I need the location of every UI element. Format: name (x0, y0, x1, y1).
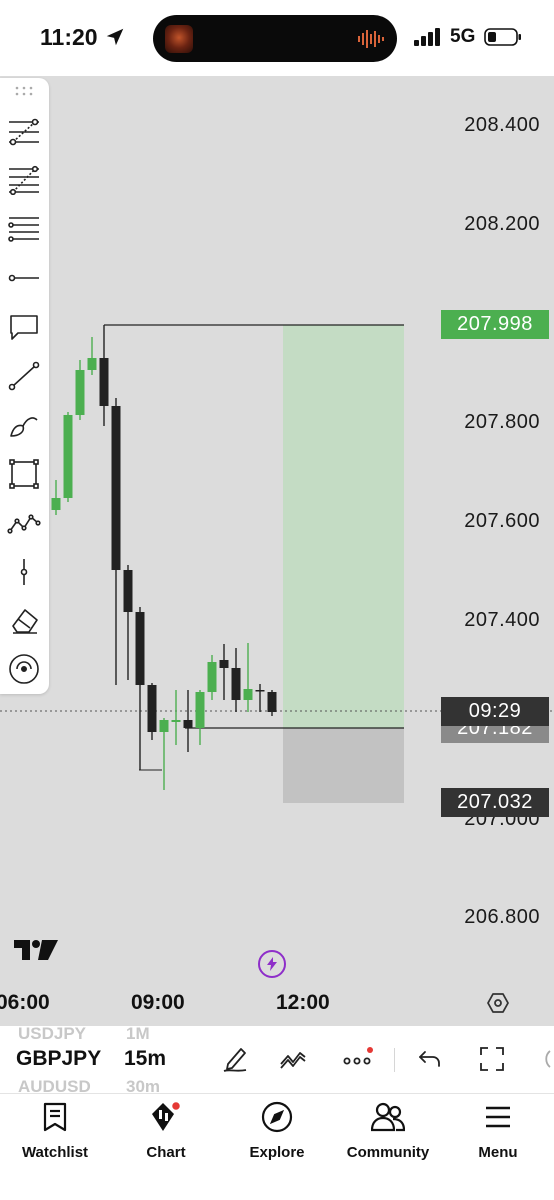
tab-chart[interactable]: Chart (111, 1100, 221, 1170)
candle-body (219, 660, 229, 668)
profit-zone[interactable] (283, 325, 404, 728)
tab-label: Community (346, 1144, 430, 1161)
time-axis-label: 06:00 (0, 991, 50, 1014)
candle-body (171, 720, 181, 722)
brush-icon[interactable] (6, 407, 42, 443)
candle-body (63, 415, 73, 498)
candle-body (147, 685, 157, 732)
candle-body (243, 689, 253, 700)
take-profit-tag: 207.998 (441, 310, 549, 339)
price-axis-label: 208.400 (464, 114, 540, 136)
indicators-icon[interactable] (276, 1042, 310, 1076)
watchlist-icon (38, 1100, 72, 1134)
price-axis-label: 207.400 (464, 609, 540, 631)
candle-body (75, 370, 85, 415)
battery-icon (484, 28, 521, 46)
candle-body (195, 692, 205, 728)
more-icon[interactable] (540, 1042, 554, 1076)
status-time: 11:20 (40, 24, 98, 50)
prev-interval[interactable]: 1M (126, 1024, 150, 1044)
candle-body (123, 570, 133, 612)
time-axis-label: 09:00 (131, 991, 185, 1014)
candle-body (99, 358, 109, 406)
drawing-pen-icon[interactable] (218, 1042, 252, 1076)
candle-body (267, 692, 277, 712)
grip-icon[interactable] (14, 86, 34, 96)
lightning-icon[interactable] (258, 950, 286, 978)
interval-selector[interactable]: 15m (124, 1047, 166, 1071)
price-axis-label: 206.800 (464, 906, 540, 928)
menu-icon (481, 1100, 515, 1134)
callout-icon[interactable] (6, 309, 42, 345)
tab-explore[interactable]: Explore (222, 1100, 332, 1170)
fib-extension-icon[interactable] (6, 162, 42, 198)
eraser-icon[interactable] (6, 603, 42, 639)
pattern-icon[interactable] (6, 505, 42, 541)
fullscreen-icon[interactable] (475, 1042, 509, 1076)
tab-watchlist[interactable]: Watchlist (0, 1100, 110, 1170)
tab-label: Explore (249, 1144, 305, 1161)
magnet-icon[interactable] (6, 651, 42, 687)
network-type: 5G (450, 26, 476, 47)
candle-body (183, 720, 193, 728)
trend-line-icon[interactable] (6, 358, 42, 394)
tab-label: Chart (146, 1144, 186, 1161)
chart-icon (149, 1100, 183, 1134)
chart-area[interactable]: 208.400 208.200 207.800 207.600 207.400 … (0, 76, 554, 1026)
tab-bar: Watchlist Chart Explore Community Menu (0, 1094, 554, 1200)
dynamic-island (153, 15, 397, 62)
rectangle-icon[interactable] (6, 456, 42, 492)
stop-loss-tag: 207.032 (441, 788, 549, 817)
undo-icon[interactable] (413, 1042, 447, 1076)
price-axis-label: 207.600 (464, 510, 540, 532)
vertical-line-icon[interactable] (6, 554, 42, 590)
community-icon (371, 1100, 405, 1134)
drawing-toolbar (0, 78, 49, 694)
price-axis-label: 208.200 (464, 213, 540, 235)
loss-zone[interactable] (283, 728, 404, 803)
fib-retracement-icon[interactable] (6, 114, 42, 150)
candle-body (111, 406, 121, 570)
candle-body (255, 690, 265, 692)
candle-body (231, 668, 241, 700)
tab-label: Watchlist (21, 1144, 89, 1161)
candle-body (87, 358, 97, 370)
candle-body (207, 662, 217, 692)
compass-icon (260, 1100, 294, 1134)
divider (394, 1048, 395, 1072)
crosshair-time-tag: 09:29 (441, 697, 549, 726)
tab-label: Menu (478, 1144, 518, 1161)
chart-settings-icon[interactable] (486, 991, 510, 1015)
location-arrow-icon (106, 28, 124, 46)
prev-symbol[interactable]: USDJPY (18, 1024, 86, 1044)
more-options-icon[interactable] (340, 1042, 374, 1076)
tab-community[interactable]: Community (333, 1100, 443, 1170)
candle-body (51, 498, 61, 510)
parallel-lines-icon[interactable] (6, 211, 42, 247)
cellular-signal-icon (414, 28, 440, 46)
horizontal-ray-icon[interactable] (6, 260, 42, 296)
symbol-bar: USDJPY AUDUSD 1M 30m GBPJPY 15m (0, 1024, 554, 1096)
tradingview-logo (14, 940, 58, 960)
status-bar: 11:20 5G (0, 0, 554, 76)
candle-body (135, 612, 145, 685)
now-playing-thumbnail (165, 25, 193, 53)
tab-menu[interactable]: Menu (443, 1100, 553, 1170)
price-axis-label: 207.800 (464, 411, 540, 433)
candle-body (159, 720, 169, 732)
symbol-selector[interactable]: GBPJPY (16, 1047, 101, 1071)
time-axis-label: 12:00 (276, 991, 330, 1014)
audio-waveform-icon (358, 30, 384, 48)
